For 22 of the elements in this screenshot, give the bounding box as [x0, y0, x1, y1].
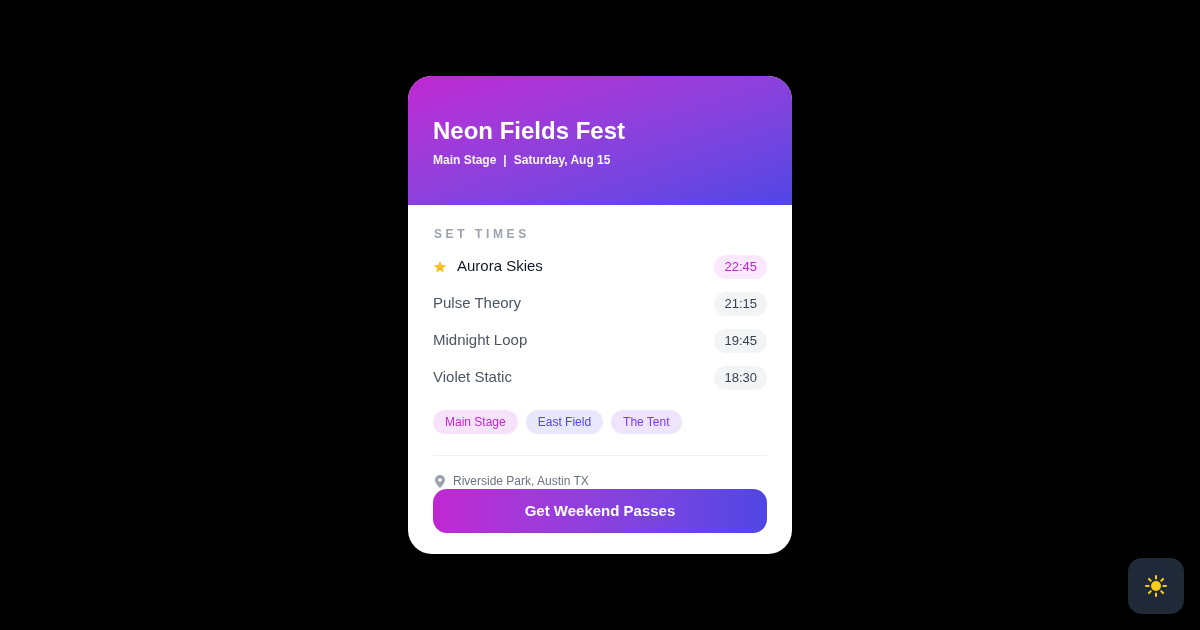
- theme-toggle-button[interactable]: [1128, 558, 1184, 614]
- set-time-pill: 19:45: [714, 328, 767, 353]
- set-time-pill: 21:15: [714, 291, 767, 316]
- set-time-pill: 22:45: [714, 254, 767, 279]
- star-icon: [433, 259, 447, 274]
- stage-tag: Main Stage: [433, 410, 518, 434]
- section-heading: SET TIMES: [434, 226, 530, 242]
- event-title: Neon Fields Fest: [433, 116, 626, 146]
- get-passes-button[interactable]: Get Weekend Passes: [433, 489, 767, 533]
- map-pin-icon: [435, 474, 445, 488]
- stage-tag: East Field: [525, 410, 604, 434]
- location-text: Riverside Park, Austin TX: [453, 473, 589, 489]
- event-date: Saturday, Aug 15: [513, 152, 611, 168]
- sun-icon: [1145, 575, 1167, 597]
- set-time-pill: 18:30: [714, 365, 767, 390]
- act-name: Violet Static: [433, 367, 512, 388]
- act-name: Aurora Skies: [457, 256, 543, 277]
- stage-name: Main Stage: [433, 152, 497, 168]
- separator-text: |: [503, 152, 507, 168]
- stage-tag: The Tent: [611, 410, 682, 434]
- act-name: Pulse Theory: [433, 293, 522, 314]
- act-name: Midnight Loop: [433, 330, 528, 351]
